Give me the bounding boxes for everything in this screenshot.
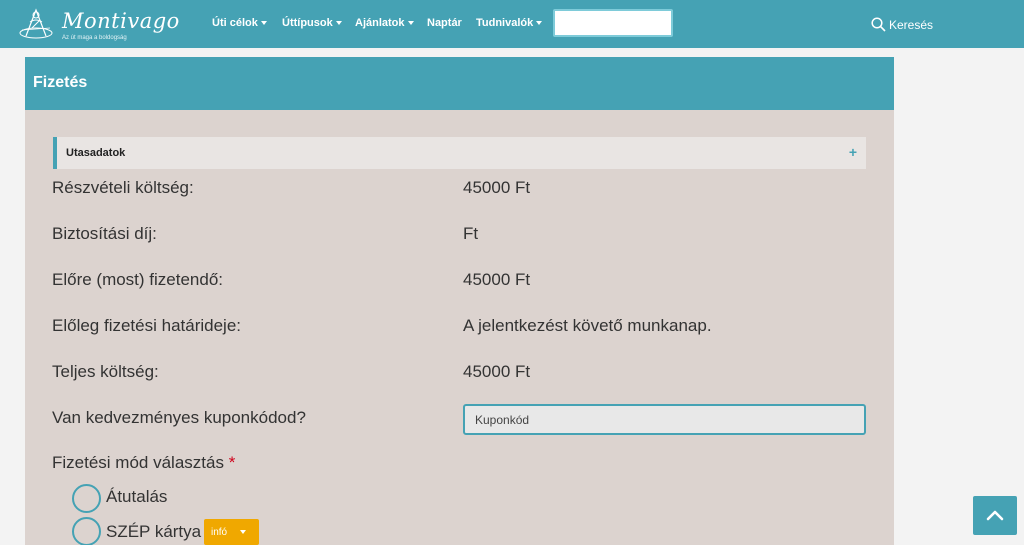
caret-down-icon (240, 530, 246, 534)
logo-mark-icon (19, 8, 53, 39)
payment-card: Fizetés Utasadatok + Részvételi költség:… (25, 57, 894, 545)
coupon-label: Van kedvezményes kuponkódod? (52, 408, 306, 427)
info-dropdown-button[interactable]: infó (204, 519, 259, 545)
nav-item-label: Tudnivalók (476, 17, 534, 29)
search-label: Keresés (889, 18, 934, 32)
nav-item-label: Ajánlatok (355, 17, 405, 29)
nav-item-uttipusok[interactable]: Úttípusok (282, 17, 342, 29)
nav-item-naptar[interactable]: Naptár (427, 17, 462, 29)
radio-transfer-label[interactable]: Átutalás (106, 487, 167, 507)
radio-szep-card-label[interactable]: SZÉP kártya (106, 522, 201, 542)
participation-cost-value: 45000 Ft (463, 178, 531, 197)
caret-down-icon (335, 21, 342, 26)
passenger-data-accordion[interactable]: Utasadatok + (53, 137, 866, 169)
required-mark: * (228, 453, 236, 472)
total-cost-label: Teljes költség: (52, 362, 159, 381)
brand-tagline: Az út maga a boldogság (62, 35, 127, 41)
nav-item-ajanlatok[interactable]: Ajánlatok (355, 17, 414, 29)
search-icon (871, 17, 886, 32)
caret-down-icon (407, 21, 414, 26)
card-header: Fizetés (25, 57, 894, 110)
nav-item-label: Úti célok (212, 17, 258, 29)
payment-method-label: Fizetési mód választás * (52, 453, 235, 473)
caret-down-icon (260, 21, 267, 26)
brand-name: Montivago (62, 9, 180, 33)
info-button-label: infó (211, 527, 228, 538)
caret-down-icon (536, 21, 543, 26)
accordion-label: Utasadatok (66, 147, 126, 159)
total-cost-value: 45000 Ft (463, 362, 531, 381)
plus-icon: + (848, 144, 857, 160)
prepayment-value: 45000 Ft (463, 270, 531, 289)
payment-method-text: Fizetési mód választás (52, 453, 224, 472)
nav-item-uti-celok[interactable]: Úti célok (212, 17, 267, 29)
radio-transfer[interactable] (72, 484, 101, 513)
deposit-deadline-value: A jelentkezést követő munkanap. (463, 316, 712, 335)
participation-cost-label: Részvételi költség: (52, 178, 194, 197)
page-title: Fizetés (33, 74, 88, 91)
nav-item-tudnivalok[interactable]: Tudnivalók (476, 17, 543, 29)
radio-szep-card[interactable] (72, 517, 101, 545)
chevron-up-icon (986, 510, 1004, 521)
nav-search-input[interactable] (553, 9, 673, 37)
nav-item-label: Úttípusok (282, 17, 333, 29)
insurance-fee-label: Biztosítási díj: (52, 224, 157, 243)
coupon-input[interactable] (463, 404, 866, 435)
insurance-fee-value: Ft (463, 224, 479, 243)
prepayment-label: Előre (most) fizetendő: (52, 270, 224, 289)
top-navbar: Montivago Az út maga a boldogság Úti cél… (0, 0, 1024, 48)
nav-item-label: Naptár (427, 17, 462, 29)
brand-logo[interactable]: Montivago Az út maga a boldogság (18, 6, 179, 42)
search-button[interactable]: Keresés (871, 17, 933, 32)
deposit-deadline-label: Előleg fizetési határideje: (52, 316, 242, 335)
scroll-to-top-button[interactable] (973, 496, 1017, 535)
